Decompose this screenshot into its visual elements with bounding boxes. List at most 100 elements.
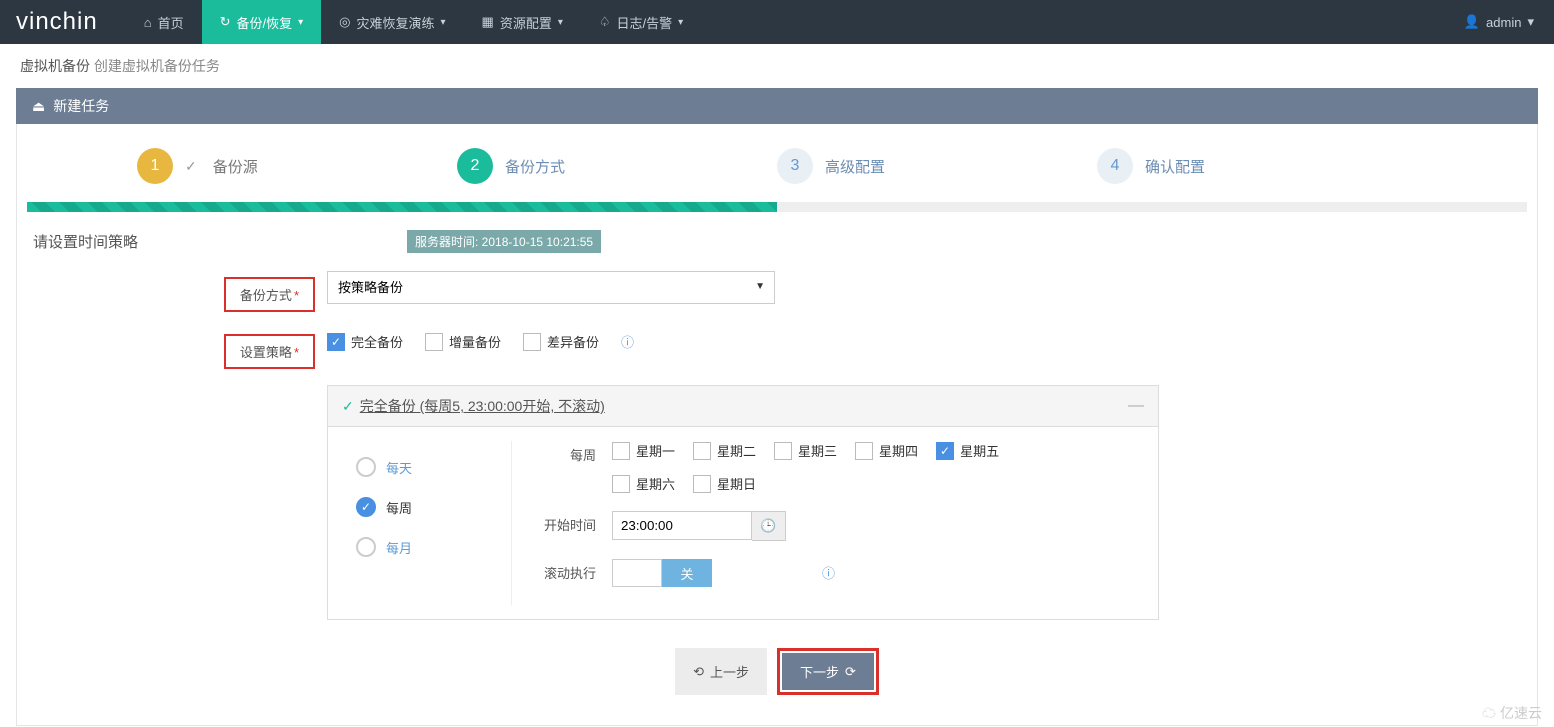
step-label: 高级配置 (825, 156, 885, 177)
checkbox-icon (612, 442, 630, 460)
progress-fill (27, 202, 777, 212)
section-title: 请设置时间策略 (27, 231, 407, 252)
policy-summary-link[interactable]: 完全备份 (每周5, 23:00:00开始, 不滚动) (360, 396, 605, 416)
arrow-right-icon: ⟳ (845, 664, 856, 680)
freq-weekly[interactable]: 每周 (342, 487, 511, 527)
freq-weekly-label: 每周 (386, 498, 412, 517)
nav-backup[interactable]: ↻ 备份/恢复 ▾ (202, 0, 322, 44)
nav-log[interactable]: ♤ 日志/告警 ▾ (581, 0, 701, 44)
toggle-off-label: 关 (662, 559, 712, 587)
server-time-badge: 服务器时间: 2018-10-15 10:21:55 (407, 230, 601, 253)
chevron-down-icon: ▾ (558, 17, 563, 28)
weekdays: 星期一 星期二 星期三 星期四 ✓星期五 星期六 星期日 (612, 441, 1052, 493)
brand-logo: vinchin (0, 8, 126, 36)
required-mark: * (294, 345, 299, 360)
freq-daily-label: 每天 (386, 458, 412, 477)
check-full[interactable]: ✓ 完全备份 (327, 332, 403, 351)
mode-label: 备份方式 (240, 288, 292, 303)
day-label: 星期日 (717, 474, 756, 493)
next-button[interactable]: 下一步 ⟳ (782, 653, 874, 690)
prev-button[interactable]: ⟲ 上一步 (675, 648, 767, 695)
backup-type-checks: ✓ 完全备份 增量备份 差异备份 ⓘ (327, 328, 634, 351)
mode-label-box: 备份方式* (224, 277, 315, 312)
chevron-down-icon: ▾ (441, 17, 446, 28)
day-tue[interactable]: 星期二 (693, 441, 756, 460)
day-label: 星期四 (879, 441, 918, 460)
day-sun[interactable]: 星期日 (693, 474, 756, 493)
target-icon: ◎ (339, 14, 350, 30)
panel-body: 1 ✓ 备份源 2 备份方式 3 高级配置 4 确认配置 请设置时间策略 服务器… (16, 124, 1538, 726)
home-icon: ⌂ (144, 15, 152, 30)
wizard-step-2: 2 备份方式 (457, 148, 777, 184)
day-sat[interactable]: 星期六 (612, 474, 675, 493)
day-mon[interactable]: 星期一 (612, 441, 675, 460)
day-thu[interactable]: 星期四 (855, 441, 918, 460)
cloud-icon: ☁ (1482, 705, 1496, 721)
policy-label-wrap: 设置策略* (27, 328, 327, 369)
check-diff-label: 差异备份 (547, 332, 599, 351)
info-icon[interactable]: ⓘ (822, 559, 835, 582)
policy-label: 设置策略 (240, 345, 292, 360)
checkbox-icon (774, 442, 792, 460)
roll-toggle[interactable]: 关 (612, 559, 712, 587)
arrow-left-icon: ⟲ (693, 664, 704, 680)
start-time-label: 开始时间 (532, 511, 612, 534)
radio-icon (356, 497, 376, 517)
check-icon: ✓ (185, 158, 197, 175)
check-icon: ✓ (342, 398, 354, 415)
step-number: 2 (457, 148, 493, 184)
policy-label-box: 设置策略* (224, 334, 315, 369)
check-incr-label: 增量备份 (449, 332, 501, 351)
day-label: 星期六 (636, 474, 675, 493)
panel-header: ⏏ 新建任务 (16, 88, 1538, 124)
panel-title: 新建任务 (53, 96, 109, 116)
checkbox-icon: ✓ (936, 442, 954, 460)
next-button-label: 下一步 (800, 662, 839, 681)
check-incremental[interactable]: 增量备份 (425, 332, 501, 351)
form-area: 请设置时间策略 服务器时间: 2018-10-15 10:21:55 备份方式*… (17, 230, 1537, 695)
freq-monthly[interactable]: 每月 (342, 527, 511, 567)
checkbox-icon (523, 333, 541, 351)
step-number: 4 (1097, 148, 1133, 184)
start-time-input[interactable] (612, 511, 752, 540)
nav-dr[interactable]: ◎ 灾难恢复演练 ▾ (321, 0, 463, 44)
nav-home[interactable]: ⌂ 首页 (126, 0, 202, 44)
wizard-progress (27, 202, 1527, 212)
nav-resource-label: 资源配置 (500, 13, 552, 32)
toggle-handle (612, 559, 662, 587)
prev-button-label: 上一步 (710, 662, 749, 681)
nav-resource[interactable]: ▦ 资源配置 ▾ (464, 0, 581, 44)
policy-header[interactable]: ✓ 完全备份 (每周5, 23:00:00开始, 不滚动) — (328, 386, 1158, 427)
day-fri[interactable]: ✓星期五 (936, 441, 999, 460)
breadcrumb: 虚拟机备份 创建虚拟机备份任务 (0, 44, 1554, 88)
collapse-icon[interactable]: — (1128, 397, 1144, 415)
step-number: 1 (137, 148, 173, 184)
breadcrumb-main: 虚拟机备份 (20, 58, 90, 74)
nav-backup-label: 备份/恢复 (237, 13, 293, 32)
user-menu[interactable]: 👤 admin ▾ (1444, 14, 1554, 30)
step-label: 备份源 (213, 156, 258, 177)
checkbox-icon (693, 475, 711, 493)
day-wed[interactable]: 星期三 (774, 441, 837, 460)
user-name: admin (1486, 15, 1521, 30)
bell-icon: ♤ (599, 14, 611, 30)
wizard-step-1: 1 ✓ 备份源 (137, 148, 457, 184)
mode-select[interactable]: 按策略备份 (327, 271, 775, 304)
frequency-column: 每天 每周 每月 (342, 441, 512, 605)
wizard-step-3: 3 高级配置 (777, 148, 1097, 184)
check-differential[interactable]: 差异备份 (523, 332, 599, 351)
step-label: 确认配置 (1145, 156, 1205, 177)
footer-buttons: ⟲ 上一步 下一步 ⟳ (27, 620, 1527, 695)
breadcrumb-sub: 创建虚拟机备份任务 (94, 58, 220, 74)
freq-daily[interactable]: 每天 (342, 447, 511, 487)
required-mark: * (294, 288, 299, 303)
nav-log-label: 日志/告警 (617, 13, 673, 32)
checkbox-icon (693, 442, 711, 460)
clock-icon: 🕒 (760, 518, 776, 534)
weekly-label: 每周 (532, 441, 612, 464)
clock-button[interactable]: 🕒 (752, 511, 786, 541)
radio-icon (356, 457, 376, 477)
info-icon[interactable]: ⓘ (621, 332, 634, 351)
nav-items: ⌂ 首页 ↻ 备份/恢复 ▾ ◎ 灾难恢复演练 ▾ ▦ 资源配置 ▾ ♤ 日志/… (126, 0, 1444, 44)
policy-body: 每天 每周 每月 每周 星期一 (328, 427, 1158, 619)
